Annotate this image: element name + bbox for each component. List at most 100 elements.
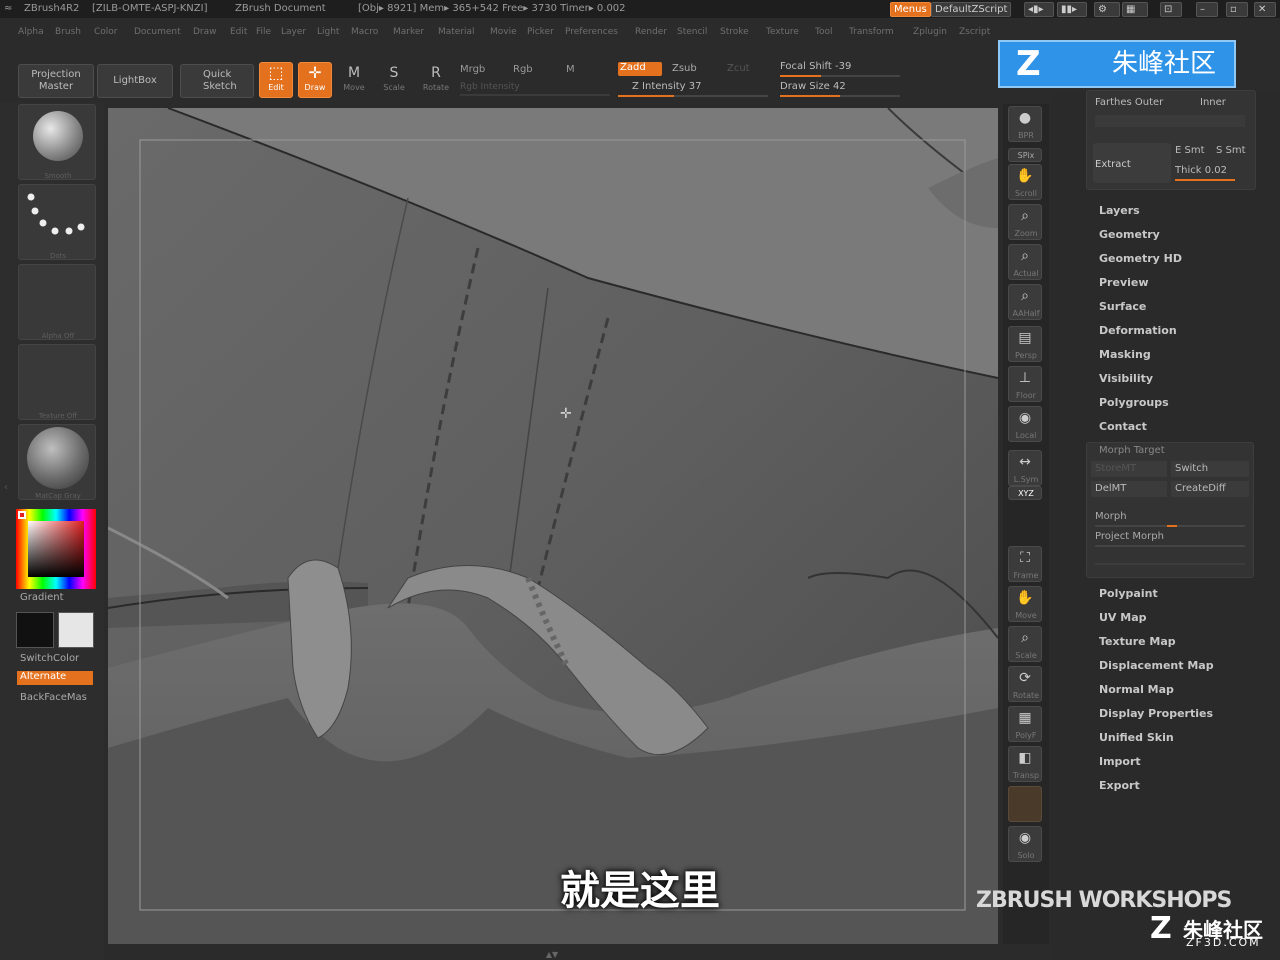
shelf-scale-button[interactable]: ⌕ Scale bbox=[1008, 626, 1042, 662]
tray-menu-deformation[interactable]: Deformation bbox=[1099, 324, 1177, 337]
project-morph-button[interactable]: Project Morph bbox=[1095, 531, 1164, 542]
bottom-shelf-toggle-icon[interactable]: ▲▼ bbox=[540, 950, 564, 959]
mrgb-button[interactable]: Mrgb bbox=[460, 64, 485, 75]
menu-brush[interactable]: Brush bbox=[55, 27, 81, 37]
alpha-slot[interactable]: Alpha Off bbox=[18, 264, 96, 340]
menu-movie[interactable]: Movie bbox=[490, 27, 517, 37]
ui-layout-icon[interactable]: ▦ bbox=[1122, 2, 1148, 17]
m-button[interactable]: M bbox=[566, 64, 575, 75]
menus-button[interactable]: Menus bbox=[890, 2, 931, 17]
thick-slider[interactable]: Thick 0.02 bbox=[1175, 165, 1227, 176]
scale-mode-button[interactable]: S Scale bbox=[377, 62, 411, 98]
collapse-left-icon[interactable]: ‹ bbox=[4, 482, 8, 493]
shelf-xyz-button[interactable]: XYZ bbox=[1008, 486, 1042, 500]
switch-color-button[interactable]: SwitchColor bbox=[20, 653, 79, 664]
tray-menu-masking[interactable]: Masking bbox=[1099, 348, 1151, 361]
tray-menu-contact[interactable]: Contact bbox=[1099, 420, 1147, 433]
tray-menu-import[interactable]: Import bbox=[1099, 755, 1141, 768]
tray-menu-geometry-hd[interactable]: Geometry HD bbox=[1099, 252, 1182, 265]
menu-alpha[interactable]: Alpha bbox=[18, 27, 44, 37]
tray-menu-displacement-map[interactable]: Displacement Map bbox=[1099, 659, 1214, 672]
maximize-icon[interactable]: ▫ bbox=[1226, 2, 1248, 17]
menu-stencil[interactable]: Stencil bbox=[677, 27, 707, 37]
secondary-color-swatch[interactable] bbox=[58, 612, 94, 648]
menu-transform[interactable]: Transform bbox=[849, 27, 894, 37]
layout-toggle2-icon[interactable]: ▮▮▸ bbox=[1057, 2, 1087, 17]
shelf-aahalf-button[interactable]: ⌕ AAHalf bbox=[1008, 284, 1042, 320]
minimize-icon[interactable]: – bbox=[1196, 2, 1218, 17]
ui-colors-icon[interactable]: ⚙ bbox=[1094, 2, 1120, 17]
menu-texture[interactable]: Texture bbox=[766, 27, 799, 37]
morph-slider[interactable]: Morph bbox=[1095, 511, 1127, 522]
store-mt-button[interactable]: StoreMT bbox=[1091, 461, 1167, 477]
zsub-button[interactable]: Zsub bbox=[672, 63, 697, 74]
shelf-local-button[interactable]: ◉ Local bbox=[1008, 406, 1042, 442]
tray-menu-surface[interactable]: Surface bbox=[1099, 300, 1146, 313]
menu-zscript[interactable]: Zscript bbox=[959, 27, 990, 37]
shelf-lsym-button[interactable]: ↔ L.Sym bbox=[1008, 450, 1042, 486]
shelf-bpr-button[interactable]: ● BPR bbox=[1008, 106, 1042, 142]
tray-menu-unified-skin[interactable]: Unified Skin bbox=[1099, 731, 1174, 744]
menu-preferences[interactable]: Preferences bbox=[565, 27, 618, 37]
brush-slot[interactable]: Smooth bbox=[18, 104, 96, 180]
shelf-disabled-button[interactable] bbox=[1008, 786, 1042, 822]
shelf-persp-button[interactable]: ▤ Persp bbox=[1008, 326, 1042, 362]
menu-stroke[interactable]: Stroke bbox=[720, 27, 749, 37]
farthest-outer-button[interactable]: Farthes Outer bbox=[1095, 97, 1163, 108]
menu-layer[interactable]: Layer bbox=[281, 27, 306, 37]
shelf-frame-button[interactable]: ⛶ Frame bbox=[1008, 546, 1042, 582]
layout-toggle-icon[interactable]: ◂▮▸ bbox=[1024, 2, 1054, 17]
script-button[interactable]: DefaultZScript bbox=[931, 2, 1012, 17]
gradient-label[interactable]: Gradient bbox=[20, 592, 64, 603]
menu-tool[interactable]: Tool bbox=[815, 27, 832, 37]
canvas-viewport[interactable]: ✛ bbox=[108, 108, 998, 944]
edit-mode-button[interactable]: ⬚ Edit bbox=[259, 62, 293, 98]
menu-marker[interactable]: Marker bbox=[393, 27, 424, 37]
menu-file[interactable]: File bbox=[256, 27, 271, 37]
tray-menu-normal-map[interactable]: Normal Map bbox=[1099, 683, 1174, 696]
menu-color[interactable]: Color bbox=[94, 27, 118, 37]
switch-button[interactable]: Switch bbox=[1171, 461, 1249, 477]
close-icon[interactable]: ✕ bbox=[1254, 2, 1276, 17]
inner-button[interactable]: Inner bbox=[1200, 97, 1226, 108]
tray-menu-display-properties[interactable]: Display Properties bbox=[1099, 707, 1213, 720]
tray-menu-polypaint[interactable]: Polypaint bbox=[1099, 587, 1158, 600]
del-mt-button[interactable]: DelMT bbox=[1091, 481, 1167, 497]
menu-picker[interactable]: Picker bbox=[527, 27, 554, 37]
color-picker-cursor[interactable] bbox=[18, 511, 26, 519]
rotate-mode-button[interactable]: R Rotate bbox=[418, 62, 454, 98]
menu-draw[interactable]: Draw bbox=[193, 27, 217, 37]
menu-zplugin[interactable]: Zplugin bbox=[913, 27, 947, 37]
quick-sketch-button[interactable]: Quick Sketch bbox=[180, 64, 254, 98]
menu-render[interactable]: Render bbox=[635, 27, 667, 37]
shelf-spix-button[interactable]: SPix bbox=[1008, 148, 1042, 162]
tray-menu-uv-map[interactable]: UV Map bbox=[1099, 611, 1147, 624]
menu-light[interactable]: Light bbox=[317, 27, 339, 37]
focal-shift-slider[interactable]: Focal Shift -39 bbox=[780, 61, 851, 72]
z-intensity-slider[interactable]: Z Intensity 37 bbox=[632, 81, 701, 92]
stroke-slot[interactable]: Dots bbox=[18, 184, 96, 260]
tray-menu-visibility[interactable]: Visibility bbox=[1099, 372, 1153, 385]
shelf-transp-button[interactable]: ◧ Transp bbox=[1008, 746, 1042, 782]
zcut-button[interactable]: Zcut bbox=[727, 63, 750, 74]
tray-menu-preview[interactable]: Preview bbox=[1099, 276, 1149, 289]
shelf-solo-button[interactable]: ◉ Solo bbox=[1008, 826, 1042, 862]
menu-document[interactable]: Document bbox=[134, 27, 181, 37]
rgb-intensity-slider[interactable]: Rgb Intensity bbox=[460, 82, 520, 92]
color-picker-square[interactable] bbox=[28, 521, 84, 577]
shelf-scroll-button[interactable]: ✋ Scroll bbox=[1008, 164, 1042, 200]
move-mode-button[interactable]: M Move bbox=[337, 62, 371, 98]
tray-menu-export[interactable]: Export bbox=[1099, 779, 1140, 792]
shelf-floor-button[interactable]: ⊥ Floor bbox=[1008, 366, 1042, 402]
menu-material[interactable]: Material bbox=[438, 27, 475, 37]
tray-menu-texture-map[interactable]: Texture Map bbox=[1099, 635, 1176, 648]
lightbox-button[interactable]: LightBox bbox=[97, 64, 173, 98]
texture-slot[interactable]: Texture Off bbox=[18, 344, 96, 420]
shelf-zoom-button[interactable]: ⌕ Zoom bbox=[1008, 204, 1042, 240]
shelf-polyf-button[interactable]: ▦ PolyF bbox=[1008, 706, 1042, 742]
morph-target-title[interactable]: Morph Target bbox=[1099, 445, 1165, 456]
color-picker[interactable] bbox=[16, 509, 96, 589]
tray-menu-geometry[interactable]: Geometry bbox=[1099, 228, 1160, 241]
menu-macro[interactable]: Macro bbox=[351, 27, 378, 37]
projection-master-button[interactable]: Projection Master bbox=[18, 64, 94, 98]
